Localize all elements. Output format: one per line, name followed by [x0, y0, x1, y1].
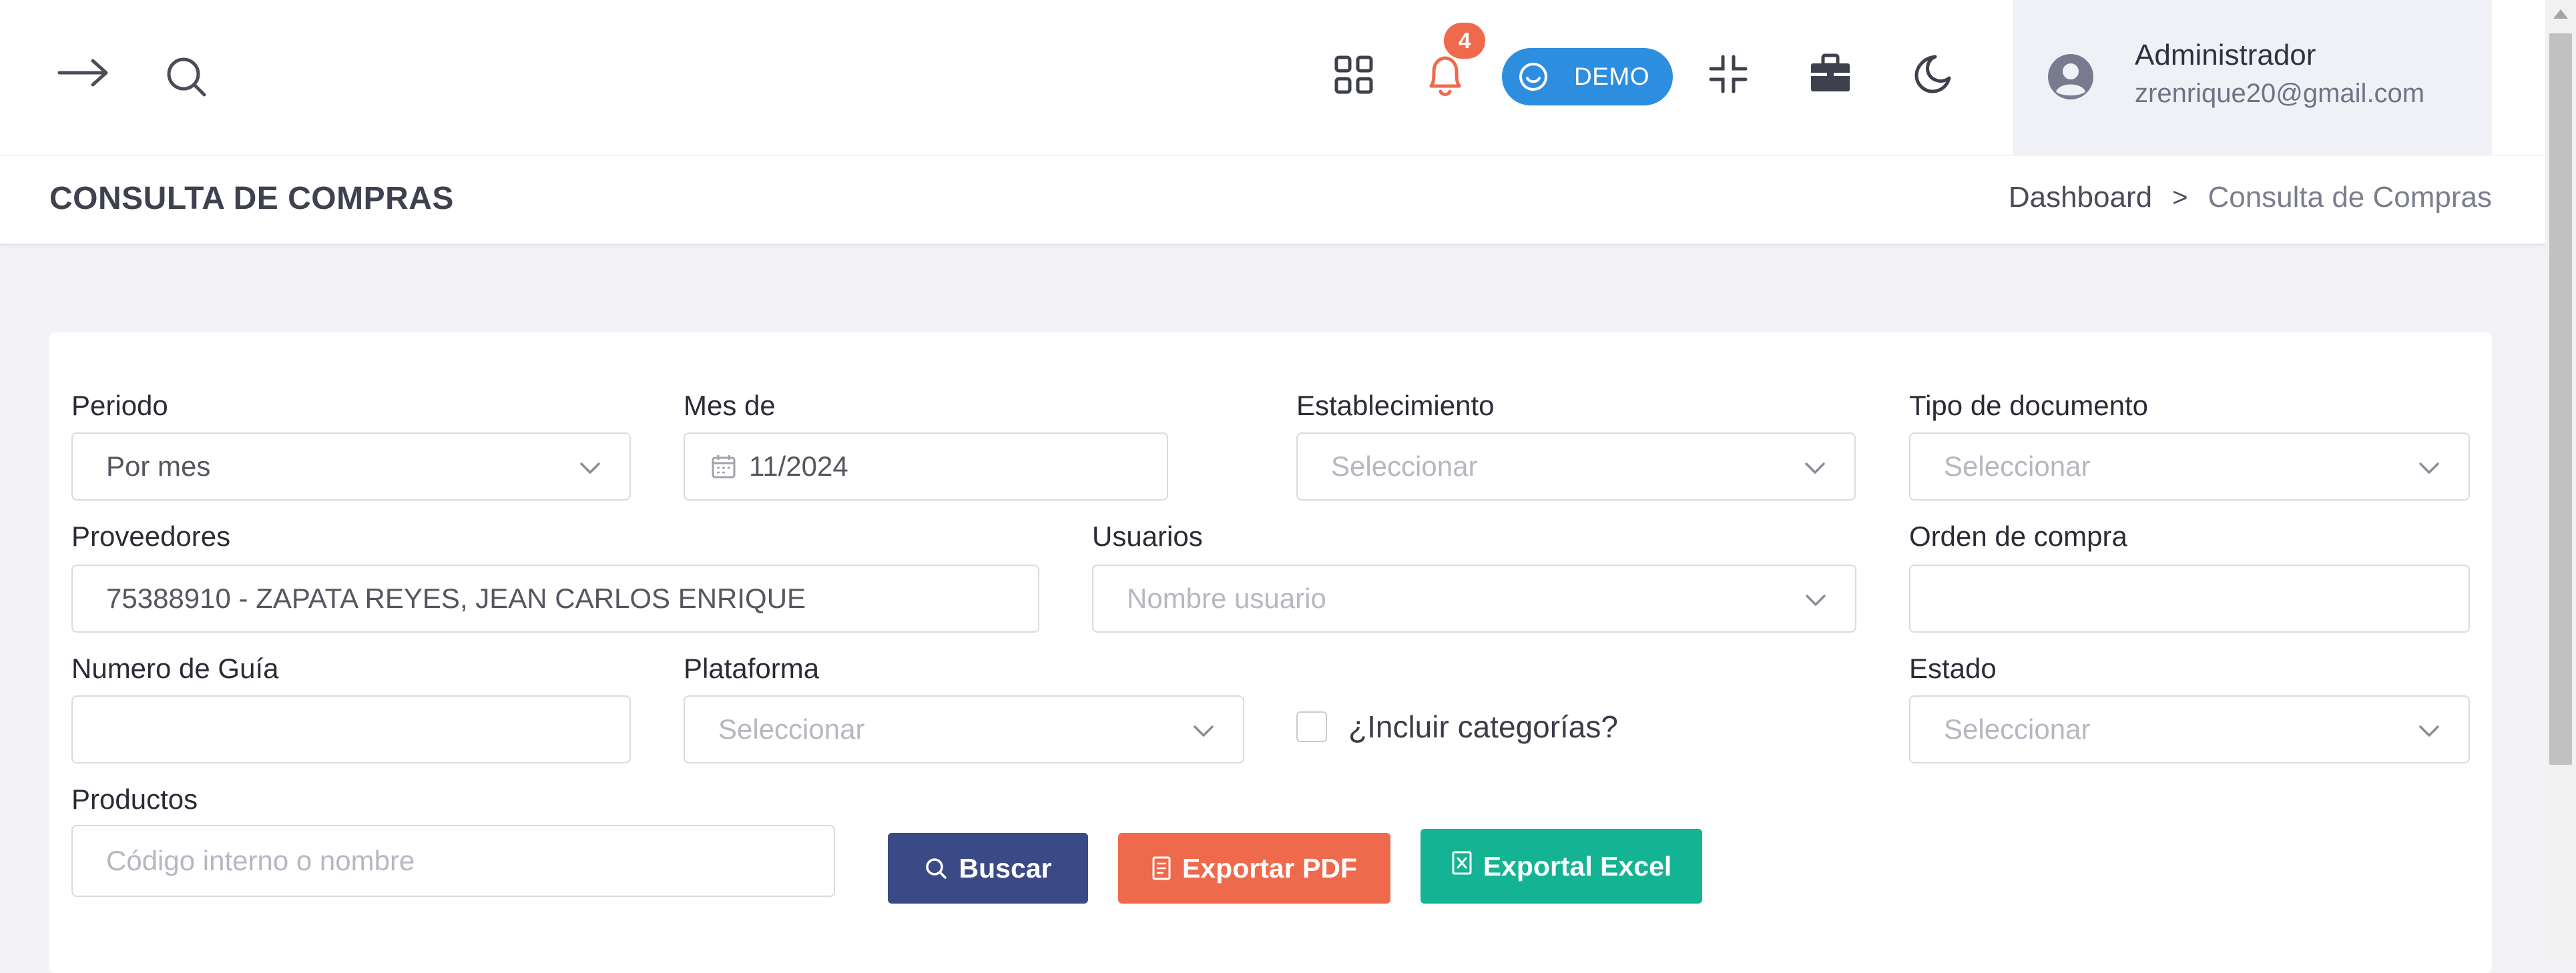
- page-title: CONSULTA DE COMPRAS: [49, 181, 454, 216]
- top-header: 4 DEMO Administrador zrenrique20@gmail.c…: [0, 0, 2545, 156]
- breadcrumb-current: Consulta de Compras: [2208, 181, 2492, 214]
- chevron-down-icon: [1803, 587, 1828, 619]
- numero-guia-label: Numero de Guía: [71, 653, 279, 684]
- demo-label: DEMO: [1574, 63, 1649, 90]
- estado-placeholder: Seleccionar: [1944, 713, 2091, 745]
- search-button[interactable]: Buscar: [888, 833, 1088, 904]
- chevron-down-icon: [577, 455, 603, 487]
- usuarios-select[interactable]: Nombre usuario: [1092, 565, 1856, 633]
- compress-icon[interactable]: [1706, 52, 1750, 96]
- tipo-documento-select[interactable]: Seleccionar: [1909, 432, 2470, 501]
- file-excel-icon: [1452, 851, 1472, 875]
- user-name: Administrador: [2135, 39, 2316, 71]
- establecimiento-placeholder: Seleccionar: [1331, 450, 1478, 482]
- chevron-down-icon: [2416, 718, 2442, 750]
- arrow-right-icon[interactable]: [55, 49, 112, 96]
- productos-placeholder: Código interno o nombre: [106, 845, 415, 876]
- establecimiento-label: Establecimiento: [1296, 390, 1495, 421]
- moon-icon[interactable]: [1909, 51, 1955, 96]
- periodo-select[interactable]: Por mes: [71, 432, 631, 501]
- incluir-categorias-label[interactable]: ¿Incluir categorías?: [1348, 709, 1618, 745]
- plataforma-select[interactable]: Seleccionar: [684, 695, 1244, 763]
- usuarios-placeholder: Nombre usuario: [1127, 583, 1326, 614]
- export-pdf-button[interactable]: Exportar PDF: [1118, 833, 1390, 904]
- periodo-value: Por mes: [106, 450, 211, 482]
- page-title-bar: CONSULTA DE COMPRAS Dashboard > Consulta…: [0, 155, 2545, 245]
- estado-select[interactable]: Seleccionar: [1909, 695, 2470, 763]
- breadcrumb-separator: >: [2172, 182, 2188, 212]
- grid-icon[interactable]: [1332, 53, 1375, 96]
- proveedores-field[interactable]: 75388910 - ZAPATA REYES, JEAN CARLOS ENR…: [71, 565, 1039, 633]
- mes-de-label: Mes de: [684, 390, 776, 421]
- smile-icon: [1517, 60, 1550, 93]
- file-text-icon: [1152, 856, 1171, 880]
- mes-de-datepicker[interactable]: 11/2024: [684, 432, 1168, 501]
- tipo-documento-label: Tipo de documento: [1909, 390, 2149, 421]
- chevron-down-icon: [2416, 455, 2442, 487]
- plataforma-label: Plataforma: [684, 653, 820, 684]
- search-button-label: Buscar: [959, 852, 1052, 884]
- plataforma-placeholder: Seleccionar: [718, 713, 865, 745]
- calendar-icon: [710, 453, 737, 480]
- demo-toggle[interactable]: DEMO: [1502, 48, 1673, 105]
- breadcrumb-dashboard[interactable]: Dashboard: [2009, 181, 2152, 214]
- chevron-down-icon: [1802, 455, 1828, 487]
- productos-search-input[interactable]: Código interno o nombre: [71, 825, 835, 897]
- mes-de-value: 11/2024: [749, 450, 848, 482]
- proveedores-label: Proveedores: [71, 521, 231, 552]
- user-email: zrenrique20@gmail.com: [2135, 79, 2425, 108]
- page-scrollbar[interactable]: [2545, 0, 2576, 960]
- usuarios-label: Usuarios: [1092, 521, 1203, 552]
- notification-badge: 4: [1444, 23, 1485, 59]
- incluir-categorias-checkbox[interactable]: [1296, 711, 1327, 742]
- search-icon: [926, 858, 947, 879]
- establecimiento-select[interactable]: Seleccionar: [1296, 432, 1856, 501]
- scrollbar-thumb[interactable]: [2549, 33, 2572, 765]
- export-excel-label: Exportal Excel: [1483, 850, 1672, 882]
- orden-compra-input[interactable]: [1909, 565, 2470, 633]
- tipo-documento-placeholder: Seleccionar: [1944, 450, 2091, 482]
- orden-compra-label: Orden de compra: [1909, 521, 2127, 552]
- estado-label: Estado: [1909, 653, 1997, 684]
- scroll-up-arrow-icon[interactable]: [2553, 9, 2568, 19]
- numero-guia-input[interactable]: [71, 695, 631, 763]
- briefcase-icon[interactable]: [1808, 51, 1853, 96]
- productos-label: Productos: [71, 783, 198, 815]
- chevron-down-icon: [1191, 718, 1216, 750]
- user-avatar-icon: [2046, 52, 2095, 101]
- breadcrumb: Dashboard > Consulta de Compras: [2009, 181, 2492, 214]
- user-menu[interactable]: Administrador zrenrique20@gmail.com: [2013, 0, 2492, 155]
- export-pdf-label: Exportar PDF: [1182, 852, 1357, 884]
- proveedores-value: 75388910 - ZAPATA REYES, JEAN CARLOS ENR…: [106, 583, 806, 614]
- export-excel-button[interactable]: Exportal Excel: [1421, 829, 1702, 904]
- search-icon[interactable]: [163, 53, 210, 100]
- periodo-label: Periodo: [71, 390, 168, 421]
